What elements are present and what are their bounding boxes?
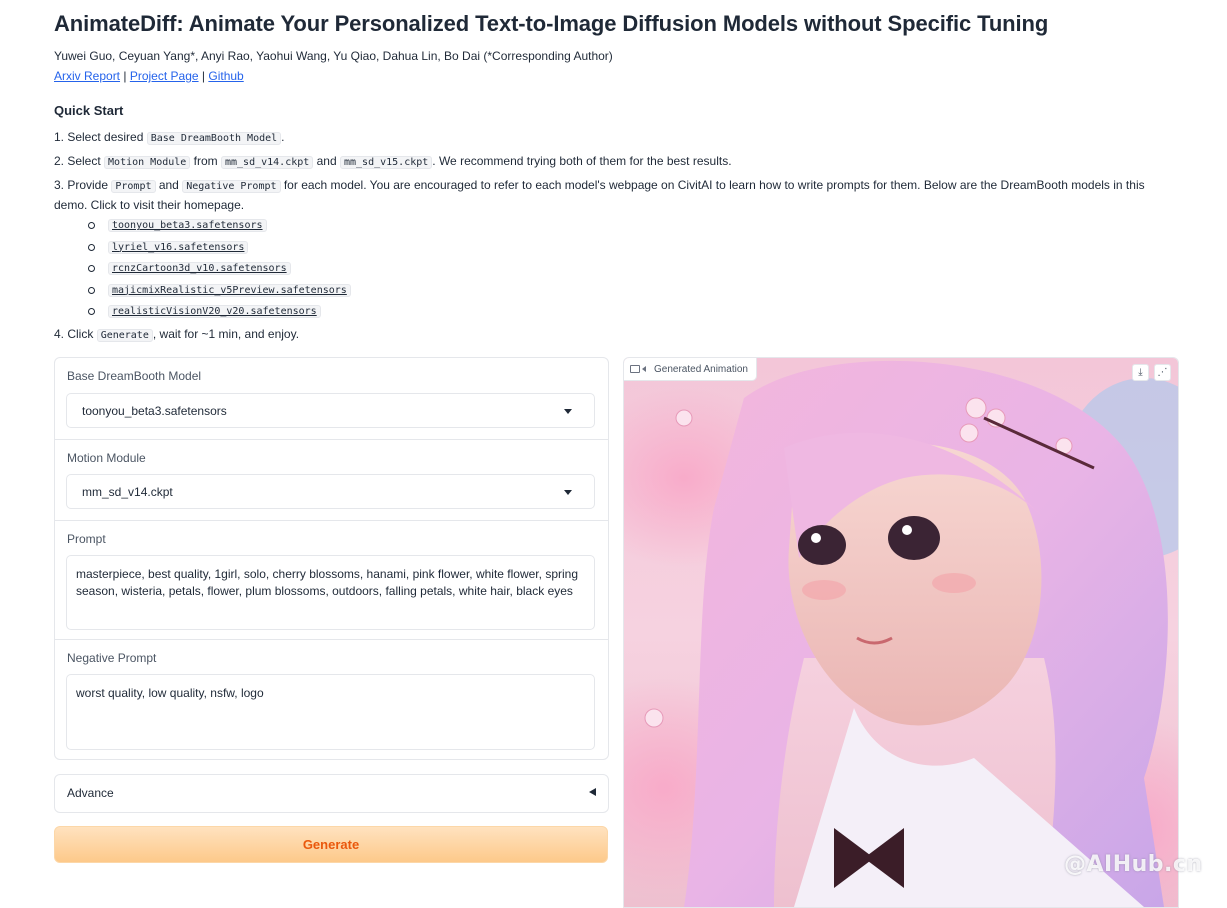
collapse-triangle-icon — [589, 788, 596, 796]
list-item: realisticVisionV20_v20.safetensors — [88, 301, 351, 323]
output-label-text: Generated Animation — [654, 363, 748, 375]
model-link[interactable]: rcnzCartoon3d_v10.safetensors — [112, 263, 287, 274]
authors-line: Yuwei Guo, Ceyuan Yang*, Anyi Rao, Yaohu… — [54, 49, 613, 63]
generated-animation-label: Generated Animation — [624, 358, 757, 381]
list-item: majicmixRealistic_v5Preview.safetensors — [88, 280, 351, 302]
model-link[interactable]: lyriel_v16.safetensors — [112, 242, 244, 253]
motion-module-block: Motion Module mm_sd_v14.ckpt — [55, 440, 608, 521]
list-item: toonyou_beta3.safetensors — [88, 215, 351, 237]
settings-panel: Base DreamBooth Model toonyou_beta3.safe… — [54, 357, 609, 760]
inline-code: Motion Module — [104, 156, 191, 169]
watermark-text: @AIHub.cn — [1064, 852, 1203, 877]
inline-code: Generate — [96, 329, 153, 342]
step-text: 4. Click — [54, 327, 97, 341]
link-separator: | — [123, 69, 127, 83]
animation-frame-image — [624, 358, 1178, 907]
list-item: lyriel_v16.safetensors — [88, 237, 351, 259]
step-3: 3. Provide Prompt and Negative Prompt fo… — [54, 176, 1174, 214]
step-text: . We recommend trying both of them for t… — [432, 154, 732, 168]
chevron-down-icon — [564, 409, 572, 414]
bullet-icon — [88, 308, 95, 316]
motion-module-dropdown[interactable]: mm_sd_v14.ckpt — [66, 474, 595, 509]
quick-start-heading: Quick Start — [54, 103, 124, 118]
model-link[interactable]: majicmixRealistic_v5Preview.safetensors — [112, 285, 347, 296]
model-link[interactable]: realisticVisionV20_v20.safetensors — [112, 306, 317, 317]
step-text: and — [313, 154, 340, 168]
step-text: . — [281, 130, 285, 144]
step-text: 1. Select desired — [54, 130, 147, 144]
inline-code: mm_sd_v15.ckpt — [339, 156, 433, 169]
share-button[interactable]: ⋰ — [1154, 364, 1171, 381]
link-separator: | — [201, 69, 206, 83]
video-camera-icon — [630, 365, 640, 373]
prompt-label: Prompt — [67, 532, 106, 546]
base-model-label: Base DreamBooth Model — [67, 369, 202, 383]
step-4: 4. Click Generate, wait for ~1 min, and … — [54, 325, 1174, 345]
inline-code: Prompt — [111, 180, 156, 193]
video-camera-lens-icon — [642, 366, 646, 372]
chevron-down-icon — [564, 490, 572, 495]
step-text: 3. Provide — [54, 178, 112, 192]
step-1: 1. Select desired Base DreamBooth Model. — [54, 128, 1174, 148]
download-button[interactable]: ⤓ — [1132, 364, 1149, 381]
step-text: 2. Select — [54, 154, 105, 168]
advance-accordion[interactable]: Advance — [54, 774, 609, 813]
github-link[interactable]: Github — [208, 69, 243, 83]
download-icon: ⤓ — [1138, 367, 1143, 378]
share-icon: ⋰ — [1157, 367, 1168, 378]
bullet-icon — [88, 286, 95, 294]
step-text: from — [190, 154, 221, 168]
generated-animation-player[interactable]: Generated Animation ⤓ ⋰ — [623, 357, 1179, 908]
links-row: Arxiv Report | Project Page | Github — [54, 69, 244, 83]
inline-code: Base DreamBooth Model — [146, 132, 282, 145]
advance-label: Advance — [67, 786, 114, 800]
generate-button[interactable]: Generate — [54, 826, 608, 863]
prompt-textarea[interactable]: masterpiece, best quality, 1girl, solo, … — [66, 555, 595, 630]
arxiv-link[interactable]: Arxiv Report — [54, 69, 120, 83]
project-page-link[interactable]: Project Page — [130, 69, 199, 83]
page-title: AnimateDiff: Animate Your Personalized T… — [54, 11, 1049, 36]
negative-prompt-textarea[interactable]: worst quality, low quality, nsfw, logo — [66, 674, 595, 750]
inline-code: mm_sd_v14.ckpt — [220, 156, 314, 169]
base-model-value: toonyou_beta3.safetensors — [82, 404, 227, 418]
step-text: and — [155, 178, 183, 192]
negative-prompt-label: Negative Prompt — [67, 651, 157, 665]
base-model-block: Base DreamBooth Model toonyou_beta3.safe… — [55, 358, 608, 440]
negative-prompt-block: Negative Prompt worst quality, low quali… — [55, 640, 608, 759]
step-2: 2. Select Motion Module from mm_sd_v14.c… — [54, 152, 1174, 172]
bullet-icon — [88, 222, 95, 230]
step-text: , wait for ~1 min, and enjoy. — [152, 327, 300, 341]
motion-module-label: Motion Module — [67, 451, 146, 465]
inline-code: Negative Prompt — [182, 180, 281, 193]
motion-module-value: mm_sd_v14.ckpt — [82, 485, 173, 499]
base-model-dropdown[interactable]: toonyou_beta3.safetensors — [66, 393, 595, 428]
prompt-block: Prompt masterpiece, best quality, 1girl,… — [55, 521, 608, 640]
bullet-icon — [88, 265, 95, 273]
model-link[interactable]: toonyou_beta3.safetensors — [112, 220, 263, 231]
bullet-icon — [88, 243, 95, 251]
list-item: rcnzCartoon3d_v10.safetensors — [88, 258, 351, 280]
model-list: toonyou_beta3.safetensors lyriel_v16.saf… — [88, 215, 351, 323]
